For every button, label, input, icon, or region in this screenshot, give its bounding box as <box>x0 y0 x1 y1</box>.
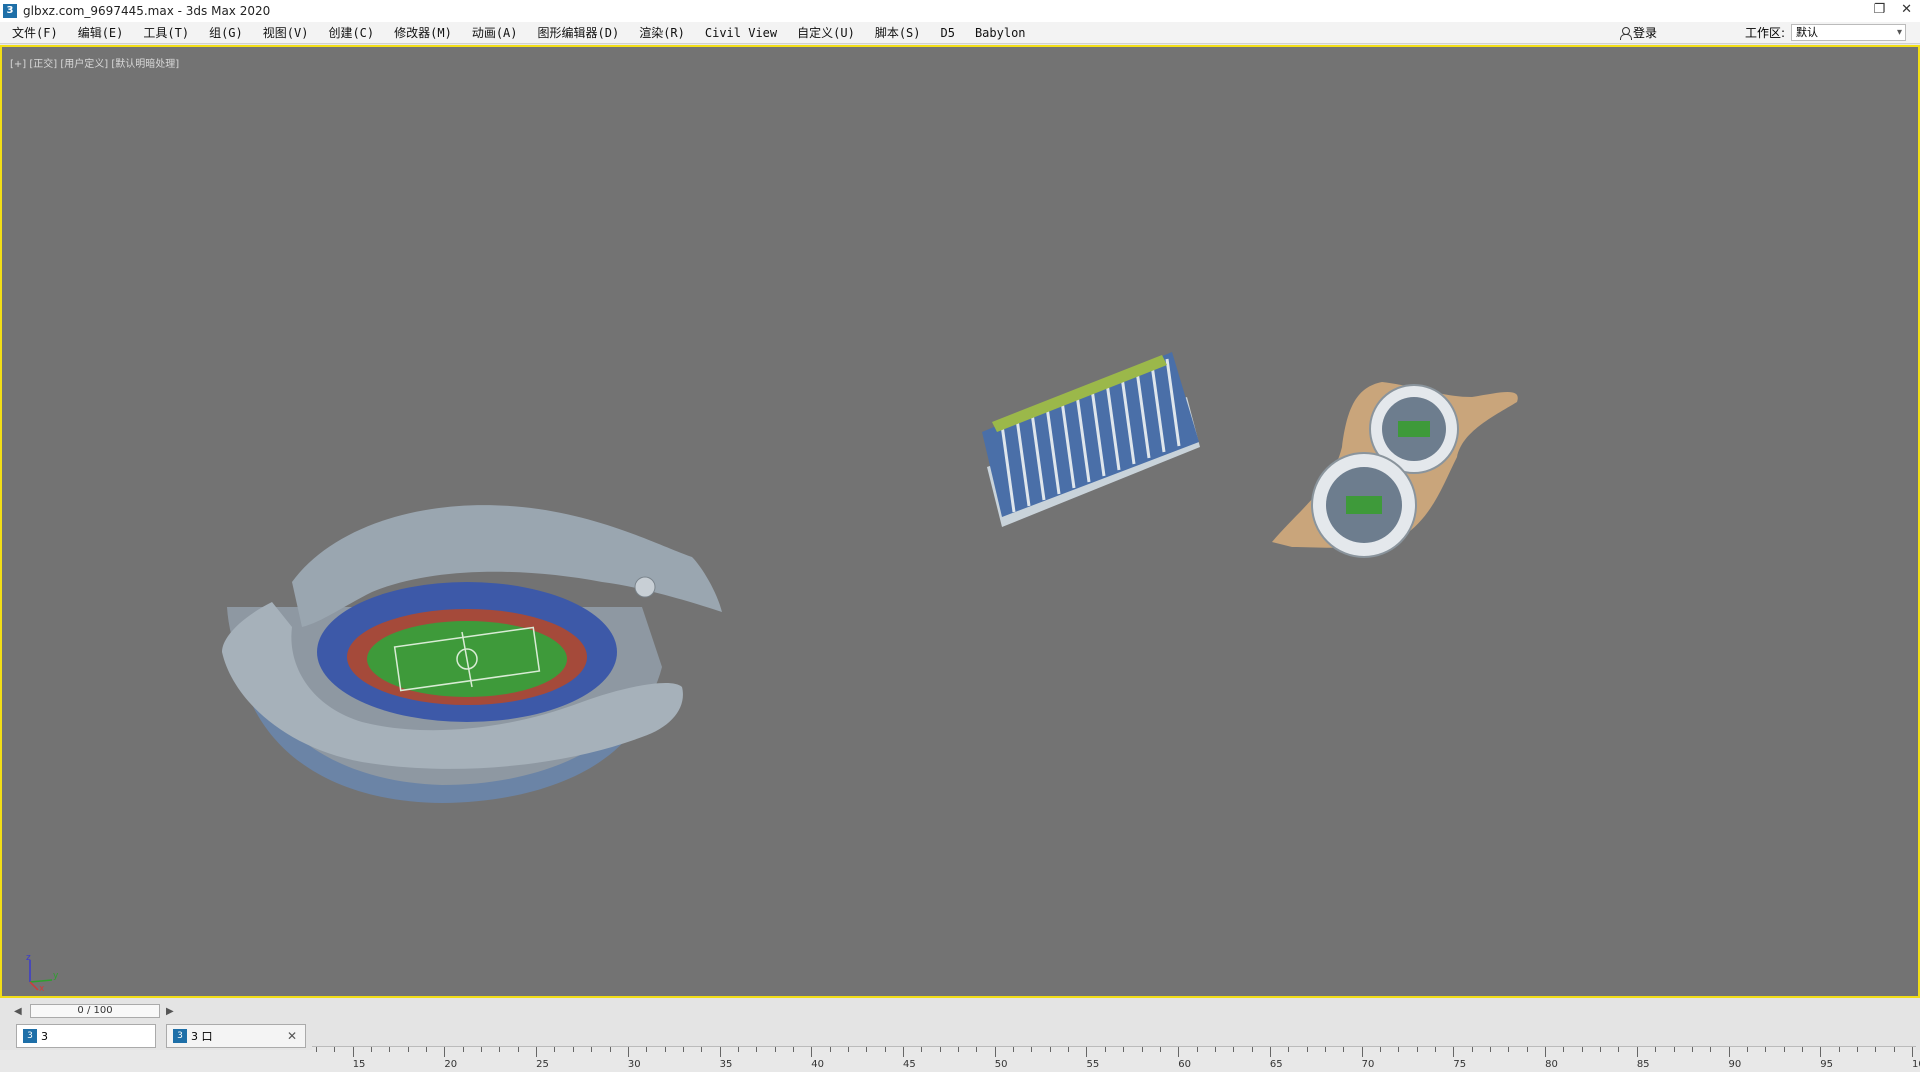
menu-scripting[interactable]: 脚本(S) <box>865 22 931 44</box>
ruler-label: 50 <box>994 1059 1008 1070</box>
ruler-tick <box>1820 1047 1822 1057</box>
arena-pitch-south <box>1346 496 1382 514</box>
ruler-tick <box>1269 1047 1271 1057</box>
title-bar: 3 glbxz.com_9697445.max - 3ds Max 2020 ❐… <box>0 0 1920 22</box>
menu-animation[interactable]: 动画(A) <box>462 22 528 44</box>
max-icon: 3 <box>173 1029 187 1043</box>
window-title: glbxz.com_9697445.max - 3ds Max 2020 <box>23 4 271 18</box>
bottom-panel: ◀ 0 / 100 ▶ 3 3 3 3 口 ✕ 15 20 25 30 35 40 45 50… <box>0 998 1920 1072</box>
restore-icon[interactable]: ❐ <box>1873 2 1885 17</box>
scene-canvas <box>222 352 1518 803</box>
time-slider[interactable]: 0 / 100 <box>30 1004 160 1018</box>
menu-edit[interactable]: 编辑(E) <box>68 22 134 44</box>
twin-arena-model[interactable] <box>1272 382 1518 558</box>
workspace-selector: 工作区: 默认 <box>1745 24 1907 41</box>
ruler-label: 65 <box>1269 1059 1283 1070</box>
tab-close-icon[interactable]: ✕ <box>287 1029 297 1043</box>
close-icon[interactable]: ✕ <box>1901 2 1912 17</box>
terrace-building-model[interactable] <box>982 352 1200 527</box>
workspace-label: 工作区: <box>1745 26 1786 40</box>
building-roof <box>982 352 1199 517</box>
gizmo-x-label: x <box>39 984 45 992</box>
login-label: 登录 <box>1633 26 1658 40</box>
viewport-tab-1-label: 3 <box>41 1029 48 1043</box>
ruler-label: 25 <box>536 1059 549 1070</box>
ruler-label: 70 <box>1361 1059 1375 1070</box>
ruler-tick <box>811 1047 813 1057</box>
ruler-label: 45 <box>903 1059 916 1070</box>
ruler-label: 75 <box>1453 1059 1467 1070</box>
ruler-label: 40 <box>811 1059 825 1070</box>
roof-ornament <box>634 576 656 598</box>
workspace-dropdown[interactable]: 默认 <box>1791 24 1907 41</box>
ruler-label: 35 <box>719 1059 733 1070</box>
ruler-tick <box>352 1047 354 1057</box>
ruler-tick <box>1636 1047 1638 1057</box>
ruler-label: 100 <box>1912 1059 1920 1070</box>
ruler-label: 20 <box>444 1059 458 1070</box>
ruler-tick <box>1086 1047 1088 1057</box>
viewport-tab-row: 3 3 3 3 口 ✕ 15 20 25 30 35 40 45 50 55 60 65 70 75 80… <box>0 1022 1920 1072</box>
stadium-model[interactable] <box>222 505 722 803</box>
viewport-tab-2[interactable]: 3 3 口 ✕ <box>166 1024 306 1048</box>
ruler-tick <box>536 1047 538 1057</box>
menu-babylon[interactable]: Babylon <box>965 22 1036 44</box>
menu-rendering[interactable]: 渲染(R) <box>629 22 695 44</box>
menu-modifiers[interactable]: 修改器(M) <box>384 22 462 44</box>
ruler-tick <box>994 1047 996 1057</box>
ruler-tick <box>719 1047 721 1057</box>
menu-tools[interactable]: 工具(T) <box>133 22 199 44</box>
viewport-tab-1[interactable]: 3 3 <box>16 1024 156 1048</box>
arena-pitch-north <box>1398 421 1430 437</box>
ruler-label: 90 <box>1728 1059 1742 1070</box>
menu-graph-editors[interactable]: 图形编辑器(D) <box>528 22 630 44</box>
ruler-label: 30 <box>627 1059 641 1070</box>
perspective-viewport[interactable]: [+] [正交] [用户定义] [默认明暗处理] z y x <box>0 45 1920 998</box>
menu-d5[interactable]: D5 <box>931 22 965 44</box>
menu-views[interactable]: 视图(V) <box>253 22 319 44</box>
menu-create[interactable]: 创建(C) <box>318 22 384 44</box>
time-slider-row: ◀ 0 / 100 ▶ <box>0 998 1920 1022</box>
ruler-tick <box>627 1047 629 1057</box>
max-icon: 3 <box>23 1029 37 1043</box>
user-icon <box>1620 26 1632 40</box>
ruler-tick <box>1728 1047 1730 1057</box>
ruler-label: 80 <box>1545 1059 1558 1070</box>
window-controls: ❐ ✕ <box>1873 2 1912 17</box>
time-prev-icon[interactable]: ◀ <box>14 1006 22 1017</box>
time-next-icon[interactable]: ▶ <box>166 1006 174 1017</box>
ruler-tick <box>1545 1047 1547 1057</box>
menu-customize[interactable]: 自定义(U) <box>787 22 865 44</box>
ruler-label: 55 <box>1086 1059 1100 1070</box>
menu-civil-view[interactable]: Civil View <box>695 22 787 44</box>
ruler-label: 95 <box>1820 1059 1833 1070</box>
ruler-label: 85 <box>1636 1059 1650 1070</box>
menu-file[interactable]: 文件(F) <box>0 22 68 44</box>
ruler-label: 15 <box>352 1059 366 1070</box>
ruler-tick <box>1361 1047 1363 1057</box>
ruler-tick <box>903 1047 905 1057</box>
ruler-tick <box>1912 1047 1913 1057</box>
login-button[interactable]: 登录 <box>1620 24 1657 41</box>
axis-gizmo: z y x <box>20 952 64 996</box>
ruler-tick <box>1178 1047 1180 1057</box>
viewport-tab-2-label: 3 口 <box>191 1030 213 1043</box>
gizmo-z-label: z <box>26 953 31 963</box>
menu-group[interactable]: 组(G) <box>199 22 253 44</box>
ruler-tick <box>1453 1047 1455 1057</box>
app-icon: 3 <box>3 4 17 18</box>
gizmo-y-label: y <box>53 971 59 981</box>
ruler-tick <box>444 1047 446 1057</box>
ruler-label: 60 <box>1178 1059 1191 1070</box>
